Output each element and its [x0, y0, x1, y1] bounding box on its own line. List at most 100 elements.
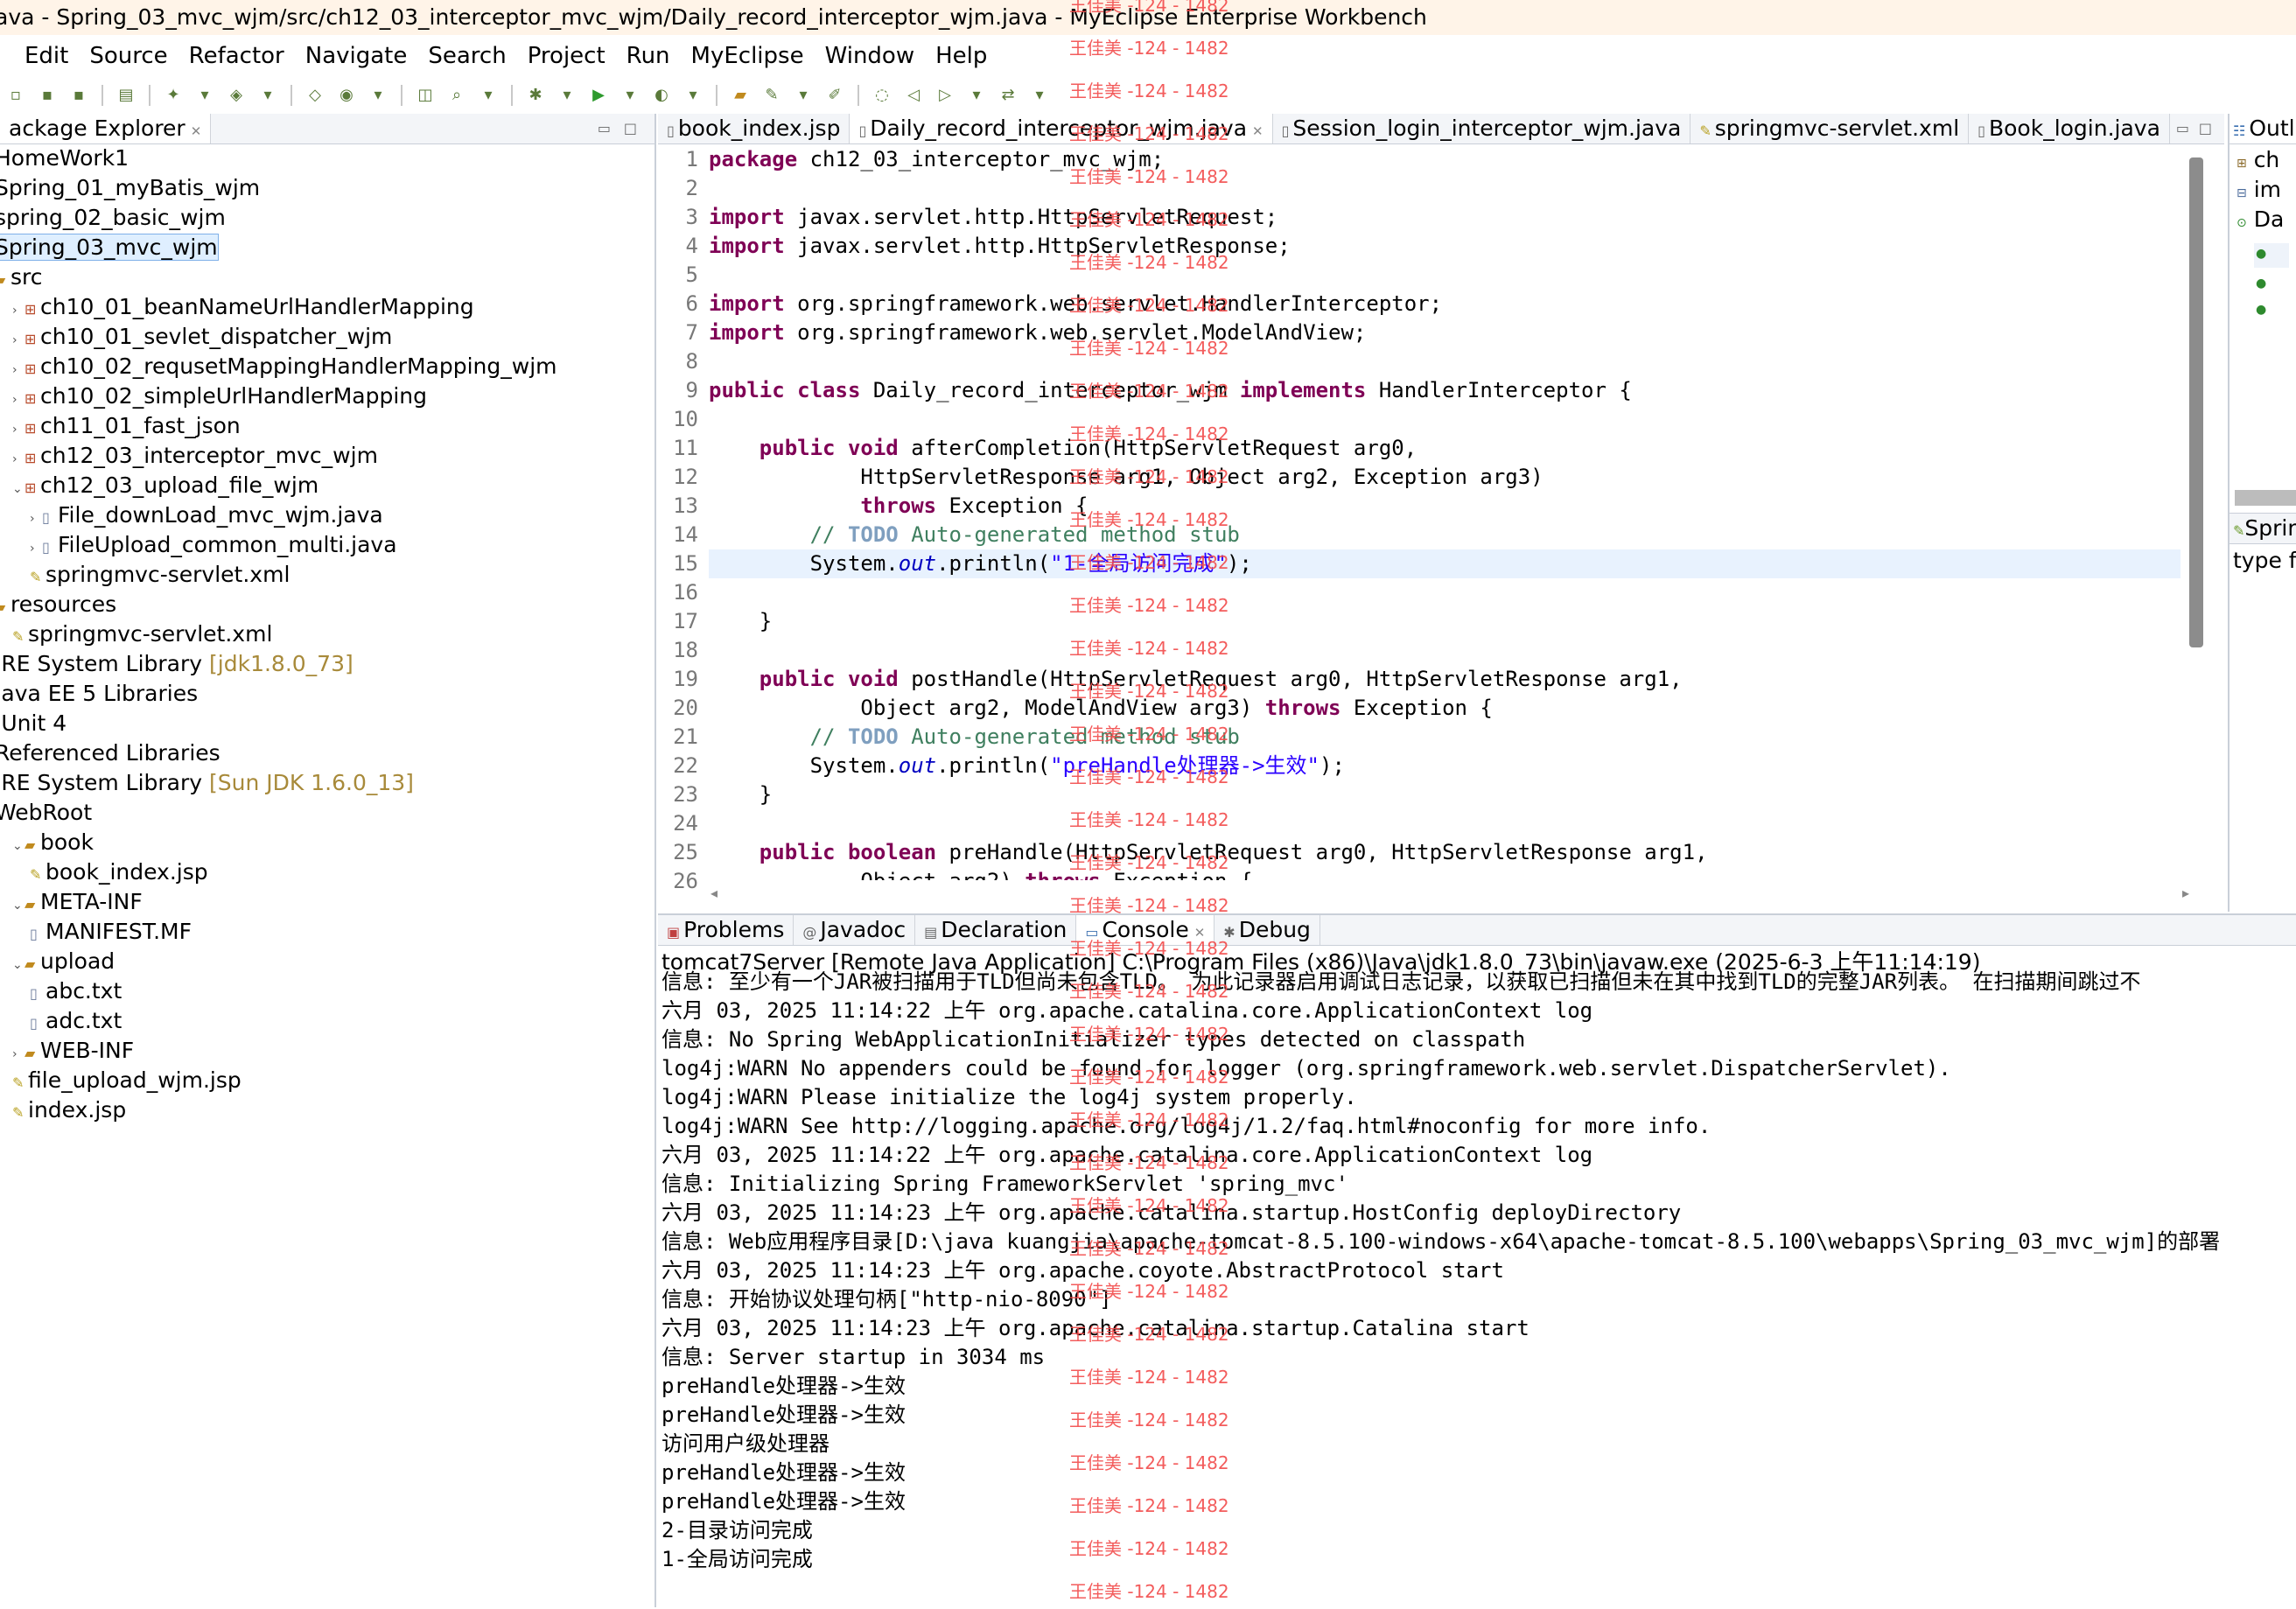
expand-arrow-icon[interactable]: ›	[12, 385, 24, 415]
spring-filter-text[interactable]: type fi	[2233, 546, 2296, 576]
tree-item[interactable]: › ⊞ ch12_03_interceptor_mvc_wjm	[12, 441, 378, 471]
forward-icon[interactable]: ▷	[933, 86, 957, 105]
tree-item[interactable]: ✎ book_index.jsp	[30, 857, 208, 887]
run-icon[interactable]: ▶	[586, 86, 611, 105]
outline-item[interactable]: ⊟ im	[2236, 175, 2281, 208]
scroll-right-icon[interactable]: ▸	[2182, 884, 2189, 903]
tab-javadoc[interactable]: @ Javadoc	[794, 915, 916, 945]
collapse-arrow-icon[interactable]: ⌄	[12, 891, 24, 920]
tab-book-login-java[interactable]: ▯ Book_login.java	[1969, 114, 2170, 143]
tree-item[interactable]: ⌄ ▰ book	[12, 828, 94, 857]
folder-icon[interactable]: ▰	[728, 86, 752, 105]
debug-icon[interactable]: ✱	[523, 86, 548, 105]
maximize-icon[interactable]: □	[624, 114, 637, 143]
menu-refactor[interactable]: Refactor	[178, 35, 295, 77]
outline-item[interactable]: ⊞ ch	[2236, 145, 2279, 178]
annotation-icon[interactable]: ◌	[870, 86, 894, 105]
tab-book-index-jsp[interactable]: ▯ book_index.jsp	[658, 114, 850, 143]
tree-item[interactable]: › ▯ File_downLoad_mvc_wjm.java	[30, 500, 383, 530]
expand-arrow-icon[interactable]: ›	[12, 325, 24, 355]
maximize-icon[interactable]: □	[2199, 114, 2212, 143]
expand-arrow-icon[interactable]: ›	[12, 444, 24, 474]
dropdown-icon[interactable]: ▾	[618, 86, 642, 105]
collapse-arrow-icon[interactable]: ⌄	[12, 950, 24, 980]
collapse-arrow-icon[interactable]: ⌄	[12, 474, 24, 504]
tree-item[interactable]: › ⊞ ch10_01_beanNameUrlHandlerMapping	[12, 292, 474, 322]
tree-item[interactable]: › ⊞ ch10_02_simpleUrlHandlerMapping	[12, 381, 427, 411]
save-icon[interactable]: ▪	[35, 86, 60, 105]
tree-item[interactable]: › ⊞ ch10_02_requsetMappingHandlerMapping_w…	[12, 352, 557, 381]
tree-item[interactable]: spring_02_basic_wjm	[0, 203, 226, 233]
code-line[interactable]: System.out.println("preHandle处理器->生效");	[709, 752, 1345, 780]
tab-problems[interactable]: ▣ Problems	[658, 915, 794, 945]
method-icon[interactable]: ●	[2256, 303, 2266, 317]
tab-declaration[interactable]: ▤ Declaration	[915, 915, 1077, 945]
code-line[interactable]: }	[709, 780, 772, 809]
tree-item[interactable]: JRE System Library [Sun JDK 1.6.0_13]	[0, 768, 414, 798]
server-icon[interactable]: ◈	[224, 86, 248, 105]
code-line-current[interactable]: System.out.println("1-全局访问完成");	[709, 549, 2180, 578]
close-icon[interactable]: ✕	[191, 123, 202, 139]
menu-navigate[interactable]: Navigate	[295, 35, 418, 77]
tree-item[interactable]: ▰ src	[0, 262, 43, 292]
tree-item[interactable]: ▯ MANIFEST.MF	[30, 917, 192, 947]
pencil-icon[interactable]: ✎	[760, 86, 784, 105]
expand-arrow-icon[interactable]: ›	[30, 504, 42, 534]
pen-icon[interactable]: ✐	[822, 86, 847, 105]
run-external-icon[interactable]: ◐	[649, 86, 674, 105]
tree-item[interactable]: HomeWork1	[0, 143, 129, 173]
method-icon[interactable]: ●	[2256, 276, 2266, 290]
tree-item[interactable]: Java EE 5 Libraries	[0, 679, 198, 709]
code-line[interactable]: throws Exception {	[709, 492, 1088, 521]
expand-arrow-icon[interactable]: ›	[12, 1039, 24, 1069]
console-output[interactable]: 信息: 至少有一个JAR被扫描用于TLD但尚未包含TLD。 为此记录器启用调试日…	[662, 968, 2296, 1609]
deploy-icon[interactable]: ✦	[161, 86, 186, 105]
code-text-area[interactable]: package ch12_03_interceptor_mvc_wjm; imp…	[709, 145, 2180, 880]
tree-item[interactable]: ▰ resources	[0, 590, 116, 619]
tree-item[interactable]: › ▰ WEB-INF	[12, 1036, 134, 1066]
collapse-arrow-icon[interactable]: ⌄	[12, 831, 24, 861]
menu-run[interactable]: Run	[616, 35, 681, 77]
tree-item[interactable]: ⌄ ▰ META-INF	[12, 887, 143, 917]
menu-myeclipse[interactable]: MyEclipse	[681, 35, 815, 77]
dropdown-icon[interactable]: ▾	[256, 86, 280, 105]
tab-debug[interactable]: ✱ Debug	[1214, 915, 1320, 945]
tree-item[interactable]: JRE System Library [jdk1.8.0_73]	[0, 649, 354, 679]
tree-item[interactable]: Spring_03_mvc_wjm	[0, 233, 219, 262]
editor-horizontal-scrollbar[interactable]: ◂ ▸	[710, 884, 2198, 903]
dropdown-icon[interactable]: ▾	[791, 86, 816, 105]
tab-outline[interactable]: ☷ Outli	[2230, 114, 2296, 143]
dropdown-icon[interactable]: ▾	[681, 86, 705, 105]
code-line[interactable]: }	[709, 607, 772, 636]
dropdown-icon[interactable]: ▾	[366, 86, 390, 105]
new-project-icon[interactable]: ◇	[303, 86, 327, 105]
expand-arrow-icon[interactable]: ›	[30, 534, 42, 563]
menu-help[interactable]: Help	[925, 35, 998, 77]
outline-method-row[interactable]: ●	[2254, 243, 2289, 268]
search-icon[interactable]: ⌕	[444, 86, 469, 105]
tree-item[interactable]: › ⊞ ch10_01_sevlet_dispatcher_wjm	[12, 322, 392, 352]
menu-edit[interactable]: Edit	[0, 35, 79, 77]
tree-item[interactable]: ▯ abc.txt	[30, 976, 122, 1006]
tree-item[interactable]: Referenced Libraries	[0, 738, 220, 768]
dropdown-icon[interactable]: ▾	[964, 86, 989, 105]
expand-arrow-icon[interactable]: ›	[12, 296, 24, 325]
outline-scrollbar[interactable]	[2235, 490, 2296, 506]
dropdown-icon[interactable]: ▾	[476, 86, 500, 105]
tree-item[interactable]: ✎ springmvc-servlet.xml	[30, 560, 290, 590]
back-icon[interactable]: ◁	[901, 86, 926, 105]
code-line[interactable]: import org.springframework.web.servlet.M…	[709, 318, 1366, 347]
save-all-icon[interactable]: ▪	[66, 86, 91, 105]
dropdown-icon[interactable]: ▾	[555, 86, 579, 105]
tab-springmvc-servlet-xml[interactable]: ✎ springmvc-servlet.xml	[1690, 114, 1970, 143]
tree-item[interactable]: › ▯ FileUpload_common_multi.java	[30, 530, 397, 560]
close-icon[interactable]: ✕	[1252, 123, 1264, 139]
new-icon[interactable]: ▫	[4, 86, 28, 105]
tree-item[interactable]: JUnit 4	[0, 709, 66, 738]
expand-arrow-icon[interactable]: ›	[12, 355, 24, 385]
tree-item[interactable]: › ⊞ ch11_01_fast_json	[12, 411, 241, 441]
dropdown-icon[interactable]: ▾	[192, 86, 217, 105]
nav-icon[interactable]: ⇄	[996, 86, 1020, 105]
tree-item[interactable]: ✎ file_upload_wjm.jsp	[12, 1066, 242, 1095]
scroll-left-icon[interactable]: ◂	[710, 885, 718, 901]
